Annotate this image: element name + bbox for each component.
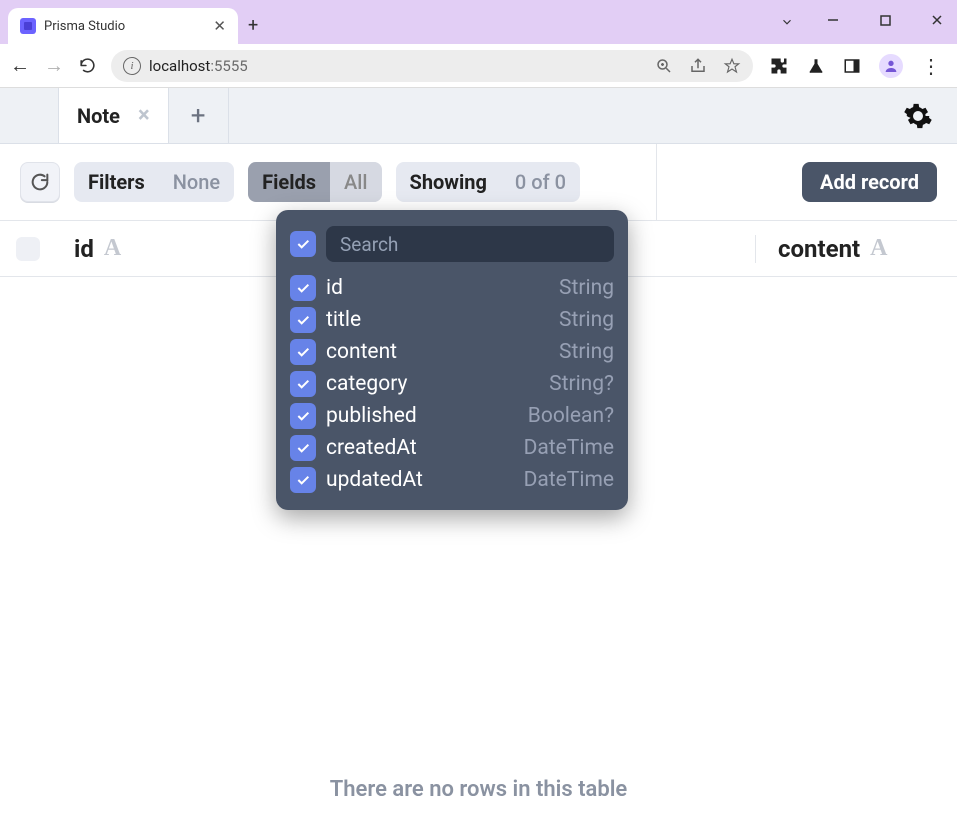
field-checkbox[interactable]	[290, 339, 316, 365]
window-close-icon[interactable]	[923, 6, 951, 34]
field-name: title	[326, 308, 361, 332]
profile-avatar-icon[interactable]	[879, 54, 903, 78]
browser-tab-title: Prisma Studio	[44, 19, 205, 34]
field-name: published	[326, 404, 417, 428]
field-checkbox[interactable]	[290, 403, 316, 429]
column-type-badge: A	[104, 235, 121, 262]
model-tab-label: Note	[77, 104, 120, 128]
fields-item[interactable]: createdAt DateTime	[290, 432, 614, 464]
model-tab-bar: Note × +	[0, 88, 957, 144]
field-checkbox[interactable]	[290, 467, 316, 493]
browser-toolbar: ← → i localhost:5555 ⋮	[0, 44, 957, 88]
fields-value: All	[330, 162, 381, 202]
site-info-icon[interactable]: i	[123, 57, 141, 75]
nav-forward-icon: →	[44, 53, 64, 78]
model-tab-add-button[interactable]: +	[169, 88, 229, 143]
fields-item[interactable]: content String	[290, 336, 614, 368]
refresh-button[interactable]	[20, 162, 60, 202]
fields-search-input[interactable]: Search	[326, 226, 614, 262]
select-all-checkbox[interactable]	[0, 237, 56, 261]
field-checkbox[interactable]	[290, 371, 316, 397]
address-bar[interactable]: i localhost:5555	[111, 50, 753, 82]
fields-select-all-checkbox[interactable]	[290, 231, 316, 257]
filters-value: None	[159, 162, 234, 202]
url-actions	[655, 57, 741, 75]
window-minimize-icon[interactable]	[819, 6, 847, 34]
browser-tab-close-icon[interactable]: ✕	[213, 17, 226, 35]
browser-right-icons: ⋮	[767, 54, 947, 78]
side-panel-icon[interactable]	[843, 57, 861, 75]
browser-menu-icon[interactable]: ⋮	[921, 54, 941, 78]
column-type-badge: A	[870, 235, 887, 262]
fields-item[interactable]: id String	[290, 272, 614, 304]
field-type: Boolean?	[528, 404, 614, 428]
extensions-icon[interactable]	[769, 56, 789, 76]
fields-item[interactable]: updatedAt DateTime	[290, 464, 614, 496]
tab-dropdown-icon[interactable]	[773, 8, 801, 36]
showing-pill[interactable]: Showing 0 of 0	[396, 162, 581, 202]
column-header-content[interactable]: content A	[756, 235, 888, 263]
filters-pill[interactable]: Filters None	[74, 162, 234, 202]
settings-gear-icon[interactable]	[903, 101, 933, 131]
fields-dropdown-panel: Search id String title String content St…	[276, 210, 628, 510]
field-type: String	[559, 340, 614, 364]
field-name: updatedAt	[326, 468, 423, 492]
field-type: DateTime	[524, 436, 614, 460]
showing-label: Showing	[396, 162, 501, 202]
fields-item[interactable]: published Boolean?	[290, 400, 614, 432]
share-icon[interactable]	[689, 57, 707, 75]
bookmark-star-icon[interactable]	[723, 57, 741, 75]
fields-pill[interactable]: Fields All	[248, 162, 381, 202]
field-checkbox[interactable]	[290, 307, 316, 333]
field-name: id	[326, 276, 343, 300]
window-titlebar: Prisma Studio ✕ +	[0, 0, 957, 44]
window-controls	[819, 6, 951, 34]
lab-flask-icon[interactable]	[807, 56, 825, 76]
field-type: String?	[549, 372, 614, 396]
add-record-button[interactable]: Add record	[802, 162, 937, 202]
window-maximize-icon[interactable]	[871, 6, 899, 34]
browser-tab[interactable]: Prisma Studio ✕	[8, 8, 238, 44]
field-type: String	[559, 308, 614, 332]
field-name: content	[326, 340, 397, 364]
url-text: localhost:5555	[149, 57, 248, 75]
model-tab-note[interactable]: Note ×	[58, 88, 169, 143]
fields-item[interactable]: category String?	[290, 368, 614, 400]
prisma-favicon	[20, 18, 36, 34]
showing-value: 0 of 0	[501, 162, 580, 202]
model-tab-close-icon[interactable]: ×	[138, 103, 150, 128]
field-type: String	[559, 276, 614, 300]
field-name: createdAt	[326, 436, 417, 460]
filters-label: Filters	[74, 162, 159, 202]
toolbar-divider	[656, 144, 657, 221]
fields-label: Fields	[248, 162, 330, 202]
field-checkbox[interactable]	[290, 275, 316, 301]
nav-reload-icon[interactable]	[78, 56, 97, 75]
nav-back-icon[interactable]: ←	[10, 53, 30, 78]
field-type: DateTime	[524, 468, 614, 492]
empty-table-message: There are no rows in this table	[0, 777, 957, 802]
new-tab-button[interactable]: +	[248, 15, 258, 36]
fields-item[interactable]: title String	[290, 304, 614, 336]
zoom-icon[interactable]	[655, 57, 673, 75]
field-name: category	[326, 372, 407, 396]
field-checkbox[interactable]	[290, 435, 316, 461]
